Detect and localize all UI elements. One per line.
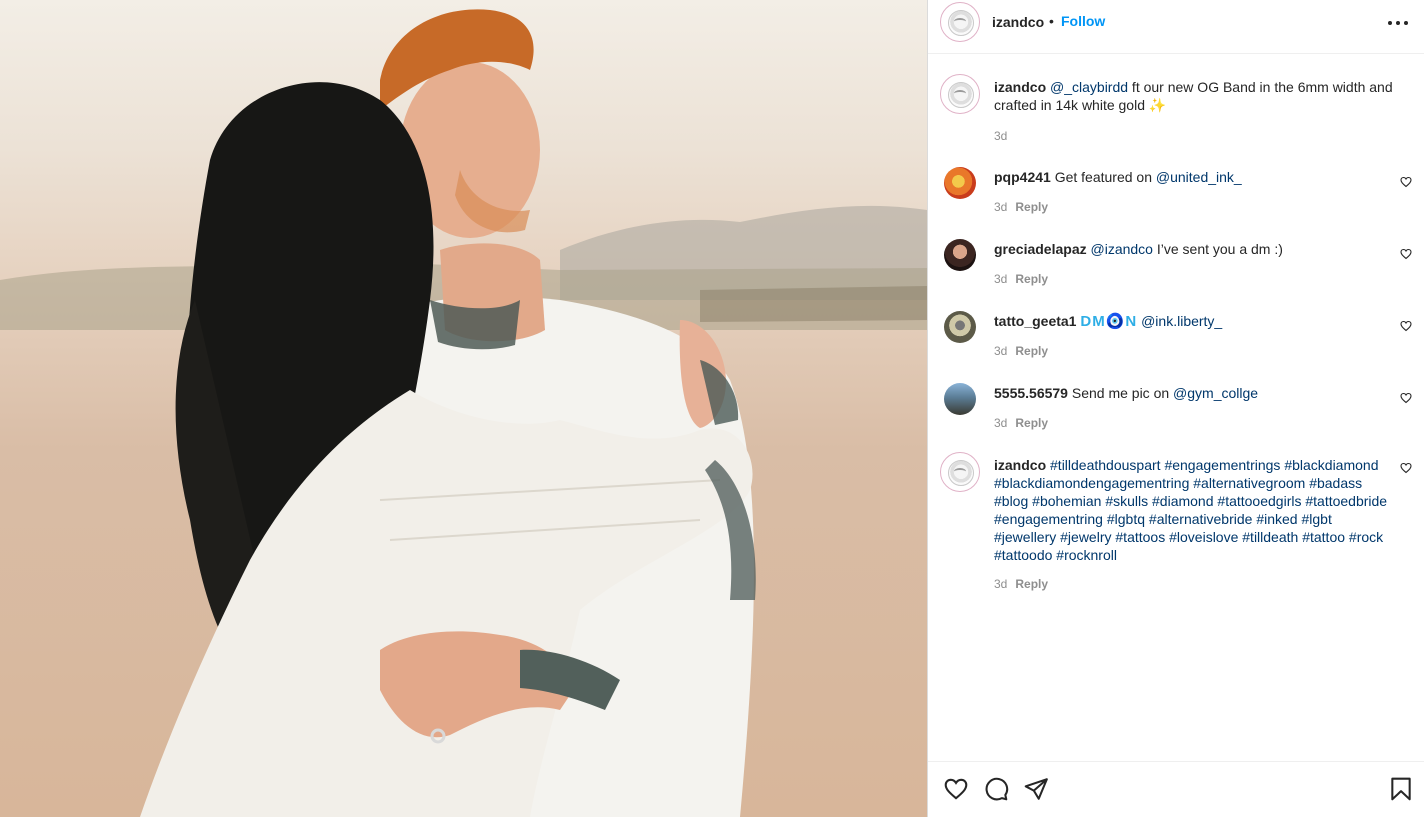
caption-mention[interactable]: @_claybirdd bbox=[1050, 79, 1128, 95]
hashtag-link[interactable]: #loveislove bbox=[1169, 529, 1238, 545]
hashtag-link[interactable]: #alternativebride bbox=[1149, 511, 1253, 527]
hashtag-link[interactable]: #inked bbox=[1256, 511, 1297, 527]
comment-mention[interactable]: @united_ink_ bbox=[1156, 169, 1242, 185]
reply-button[interactable]: Reply bbox=[1015, 344, 1048, 358]
follow-button[interactable]: Follow bbox=[1061, 13, 1105, 29]
comment-username[interactable]: 5555.56579 bbox=[994, 385, 1068, 401]
comment-body: Send me pic on bbox=[1071, 385, 1174, 401]
comment-text: greciadelapaz @izandco I’ve sent you a d… bbox=[994, 240, 1394, 258]
comment-text: 5555.56579 Send me pic on @gym_collge bbox=[994, 384, 1394, 402]
comment-like-heart-icon[interactable] bbox=[1400, 176, 1412, 188]
caption-text: izandco @_claybirdd ft our new OG Band i… bbox=[994, 78, 1394, 114]
hashtag-link[interactable]: #badass bbox=[1309, 475, 1362, 491]
commenter-avatar[interactable] bbox=[944, 239, 976, 271]
reply-button[interactable]: Reply bbox=[1015, 577, 1048, 591]
post-header: izandco • Follow bbox=[928, 0, 1424, 54]
caption-meta: 3d bbox=[994, 129, 1007, 143]
hashtag-link[interactable]: #tattoos bbox=[1115, 529, 1165, 545]
hashtag-link[interactable]: #blackdiamondengagementring bbox=[994, 475, 1189, 491]
hashtag-link[interactable]: #lgbt bbox=[1301, 511, 1331, 527]
hashtag-link[interactable]: #tilldeathdouspart bbox=[1050, 457, 1161, 473]
comment-meta: 3d Reply bbox=[994, 577, 1048, 591]
hashtag-link[interactable]: #engagementring bbox=[994, 511, 1103, 527]
reply-button[interactable]: Reply bbox=[1015, 200, 1048, 214]
hashtag-link[interactable]: #alternativegroom bbox=[1193, 475, 1305, 491]
comment-mention[interactable]: @ink.liberty_ bbox=[1141, 313, 1222, 329]
comment-like-heart-icon[interactable] bbox=[1400, 462, 1412, 474]
comment-meta: 3d Reply bbox=[994, 344, 1048, 358]
dmoon-emoji-text: DM🧿N bbox=[1080, 313, 1138, 330]
more-horizontal-icon[interactable] bbox=[1388, 20, 1408, 26]
comments-list[interactable]: izandco @_claybirdd ft our new OG Band i… bbox=[928, 54, 1424, 761]
comment-meta: 3d Reply bbox=[994, 416, 1048, 430]
hashtag-link[interactable]: #tilldeath bbox=[1242, 529, 1298, 545]
post-side-panel: izandco • Follow izandco @_claybirdd ft … bbox=[928, 0, 1424, 817]
comment-time[interactable]: 3d bbox=[994, 272, 1007, 286]
hashtag-link[interactable]: #lgbtq bbox=[1107, 511, 1145, 527]
hashtag-link[interactable]: #blackdiamond bbox=[1284, 457, 1378, 473]
hashtag-link[interactable]: #tattoo bbox=[1302, 529, 1345, 545]
caption-username[interactable]: izandco bbox=[994, 79, 1046, 95]
hashtag-link[interactable]: #rock bbox=[1349, 529, 1383, 545]
comment-text: tatto_geeta1 DM🧿N @ink.liberty_ bbox=[994, 312, 1394, 331]
hashtag-link[interactable]: #jewellery bbox=[994, 529, 1056, 545]
comment-like-heart-icon[interactable] bbox=[1400, 248, 1412, 260]
hashtag-link[interactable]: #engagementrings bbox=[1164, 457, 1280, 473]
caption-avatar[interactable] bbox=[940, 74, 980, 114]
hashtag-link[interactable]: #blog bbox=[994, 493, 1028, 509]
comment-body: Get featured on bbox=[1054, 169, 1156, 185]
hashtag-link[interactable]: #rocknroll bbox=[1056, 547, 1117, 563]
post-actions-bar bbox=[928, 762, 1424, 817]
hashtag-link[interactable]: #jewelry bbox=[1060, 529, 1111, 545]
bookmark-icon[interactable] bbox=[1388, 776, 1414, 802]
post-photo bbox=[0, 0, 927, 817]
commenter-avatar[interactable] bbox=[940, 452, 980, 492]
comment-mention[interactable]: @izandco bbox=[1091, 241, 1153, 257]
hashtag-comment-text: izandco #tilldeathdouspart #engagementri… bbox=[994, 456, 1390, 564]
comment-time[interactable]: 3d bbox=[994, 416, 1007, 430]
commenter-avatar[interactable] bbox=[944, 167, 976, 199]
comment-like-heart-icon[interactable] bbox=[1400, 320, 1412, 332]
comment-username[interactable]: tatto_geeta1 bbox=[994, 313, 1076, 329]
comment-meta: 3d Reply bbox=[994, 272, 1048, 286]
heart-icon[interactable] bbox=[943, 776, 969, 802]
comment-text: pqp4241 Get featured on @united_ink_ bbox=[994, 168, 1394, 186]
comment-mention[interactable]: @gym_collge bbox=[1173, 385, 1258, 401]
commenter-avatar[interactable] bbox=[944, 311, 976, 343]
comment-time[interactable]: 3d bbox=[994, 344, 1007, 358]
comment-meta: 3d Reply bbox=[994, 200, 1048, 214]
comment-icon[interactable] bbox=[983, 776, 1009, 802]
header-username[interactable]: izandco bbox=[992, 14, 1044, 30]
reply-button[interactable]: Reply bbox=[1015, 416, 1048, 430]
hashtag-link[interactable]: #tattooedgirls bbox=[1217, 493, 1301, 509]
comment-like-heart-icon[interactable] bbox=[1400, 392, 1412, 404]
comment-body: I’ve sent you a dm :) bbox=[1152, 241, 1283, 257]
header-separator: • bbox=[1049, 13, 1054, 29]
photo-illustration bbox=[0, 9, 927, 817]
share-icon[interactable] bbox=[1023, 776, 1049, 802]
hashtag-link[interactable]: #diamond bbox=[1152, 493, 1214, 509]
commenter-avatar[interactable] bbox=[944, 383, 976, 415]
hashtag-link[interactable]: #skulls bbox=[1105, 493, 1148, 509]
hashtag-link[interactable]: #bohemian bbox=[1032, 493, 1101, 509]
hashtag-link[interactable]: #tattoodo bbox=[994, 547, 1052, 563]
caption-time[interactable]: 3d bbox=[994, 129, 1007, 143]
hashtag-list: #tilldeathdouspart #engagementrings #bla… bbox=[994, 457, 1387, 563]
hashtag-link[interactable]: #tattoedbride bbox=[1305, 493, 1387, 509]
comment-time[interactable]: 3d bbox=[994, 577, 1007, 591]
reply-button[interactable]: Reply bbox=[1015, 272, 1048, 286]
comment-username[interactable]: greciadelapaz bbox=[994, 241, 1087, 257]
comment-username[interactable]: pqp4241 bbox=[994, 169, 1051, 185]
comment-time[interactable]: 3d bbox=[994, 200, 1007, 214]
account-avatar[interactable] bbox=[940, 2, 980, 42]
comment-username[interactable]: izandco bbox=[994, 457, 1046, 473]
